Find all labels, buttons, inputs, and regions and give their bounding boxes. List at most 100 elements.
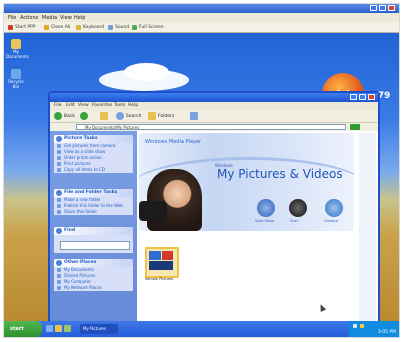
start-ppp-label: Start PPP: [15, 24, 36, 30]
menu-tools[interactable]: Tools: [114, 103, 125, 108]
forward-button[interactable]: [80, 112, 88, 120]
keyboard-label: Keyboard: [83, 24, 105, 30]
explorer-menu-bar: File Edit View Favorites Tools Help: [50, 102, 378, 110]
taskbar: start My Pictures 3:05 PM: [4, 321, 399, 337]
folders-label: Folders: [158, 113, 175, 119]
media-banner: Windows Media Player Windows My Pictures…: [139, 133, 354, 231]
menu-edit[interactable]: Edit: [66, 103, 75, 108]
clock[interactable]: 3:05 PM: [378, 330, 396, 335]
host-menu-actions[interactable]: Actions: [20, 15, 38, 21]
camera-label: Camera: [324, 219, 338, 223]
explorer-maximize-button[interactable]: [359, 94, 366, 100]
host-menu-help[interactable]: Help: [74, 15, 85, 21]
task-link[interactable]: Share this folder: [54, 209, 133, 215]
folders-icon: [148, 112, 156, 120]
explorer-minimize-button[interactable]: [350, 94, 357, 100]
explorer-close-button[interactable]: [368, 94, 375, 100]
search-field[interactable]: [60, 241, 130, 250]
fullscreen-icon: [132, 24, 137, 30]
folder-label: Sample Pictures: [145, 277, 174, 281]
maximize-button[interactable]: [379, 5, 386, 11]
thumbnail-photo: [149, 251, 161, 260]
task-link[interactable]: Copy all items to CD: [54, 167, 133, 173]
host-menu-media[interactable]: Media: [42, 15, 57, 21]
sound-label: Sound: [115, 24, 130, 30]
fullscreen-label: Full Screen: [139, 24, 164, 30]
start-ppp-button[interactable]: Start PPP: [8, 24, 36, 30]
cloud-decoration: [124, 63, 169, 81]
back-arrow-icon: [54, 112, 62, 120]
volume-icon[interactable]: [360, 324, 364, 328]
forward-arrow-icon: [80, 112, 88, 120]
scanner-icon[interactable]: [289, 199, 307, 217]
go-button[interactable]: [350, 124, 360, 130]
close-all-label: Close All: [51, 24, 71, 30]
panel-header[interactable]: File and Folder Tasks: [54, 189, 133, 197]
camera-icon[interactable]: [325, 199, 343, 217]
folders-button[interactable]: Folders: [148, 112, 174, 120]
banner-headline: My Pictures & Videos: [217, 167, 343, 181]
sample-pictures-folder[interactable]: [145, 247, 179, 278]
host-toolbar: Start PPP Close All Keyboard Sound Full …: [4, 22, 399, 33]
mouse-cursor-icon: [317, 303, 327, 312]
taskbar-window-button[interactable]: My Pictures: [80, 324, 118, 334]
ie-icon[interactable]: [46, 325, 53, 332]
media-quick-icon[interactable]: [64, 325, 71, 332]
back-button[interactable]: Back: [54, 112, 75, 120]
minimize-button[interactable]: [370, 5, 377, 11]
host-menu-view[interactable]: View: [60, 15, 72, 21]
screenshot-frame: File Actions Media View Help Start PPP C…: [3, 3, 400, 338]
close-all-icon: [44, 24, 49, 30]
slideshow-label: Slide Show: [255, 219, 275, 223]
search-label: Search: [126, 113, 142, 119]
desktop: My Documents Recycle Bin ㅂ L79 File Edit…: [4, 33, 399, 329]
thumbnail-photo: [149, 261, 173, 270]
menu-help[interactable]: Help: [128, 103, 138, 108]
host-title-bar: [4, 4, 399, 13]
panel-header[interactable]: Other Places: [54, 259, 133, 267]
host-menu-file[interactable]: File: [8, 15, 16, 21]
desktop-icon-label: My Documents: [6, 49, 29, 59]
explorer-title-bar[interactable]: [50, 93, 378, 102]
folder-up-icon: [100, 112, 108, 120]
address-input[interactable]: My Documents\My Pictures: [76, 124, 346, 130]
keyboard-button[interactable]: Keyboard: [76, 24, 104, 30]
child-photo: [147, 169, 202, 231]
close-button[interactable]: [388, 5, 395, 11]
desktop-icon-my-documents[interactable]: My Documents: [6, 39, 29, 59]
sound-button[interactable]: Sound: [108, 24, 129, 30]
fullscreen-button[interactable]: Full Screen: [132, 24, 164, 30]
sound-icon: [108, 24, 113, 30]
search-button[interactable]: Search: [116, 112, 141, 120]
search-icon: [116, 112, 124, 120]
views-button[interactable]: [190, 112, 198, 120]
task-pane: Picture Tasks Get pictures from camera V…: [50, 131, 137, 327]
explorer-quick-icon[interactable]: [55, 325, 62, 332]
recycle-bin-icon: [11, 69, 21, 79]
menu-file[interactable]: File: [54, 103, 62, 108]
panel-header[interactable]: Find: [54, 227, 133, 235]
start-button[interactable]: start: [4, 321, 42, 337]
panel-header[interactable]: Picture Tasks: [54, 135, 133, 143]
explorer-toolbar: Back Search Folders: [50, 110, 378, 123]
up-button[interactable]: [100, 112, 108, 120]
system-tray: 3:05 PM: [349, 321, 399, 337]
scan-label: Scan: [290, 219, 299, 223]
other-places-panel: Other Places My Documents Shared Picture…: [54, 259, 133, 291]
close-all-button[interactable]: Close All: [44, 24, 70, 30]
desktop-icon-recycle-bin[interactable]: Recycle Bin: [6, 69, 26, 89]
menu-favorites[interactable]: Favorites: [92, 103, 112, 108]
views-icon: [190, 112, 198, 120]
explorer-window[interactable]: File Edit View Favorites Tools Help Back…: [48, 91, 380, 329]
banner-title: Windows Media Player: [145, 139, 202, 145]
place-link[interactable]: My Network Places: [54, 285, 133, 291]
desktop-icon-label: Recycle Bin: [8, 79, 24, 89]
network-icon[interactable]: [353, 324, 357, 328]
picture-tasks-panel: Picture Tasks Get pictures from camera V…: [54, 135, 133, 173]
content-area: Windows Media Player Windows My Pictures…: [137, 131, 378, 327]
folder-icon: [11, 39, 21, 49]
menu-view[interactable]: View: [78, 103, 89, 108]
thumbnail-photo: [162, 251, 173, 260]
slideshow-icon[interactable]: [257, 199, 275, 217]
back-label: Back: [64, 113, 75, 119]
